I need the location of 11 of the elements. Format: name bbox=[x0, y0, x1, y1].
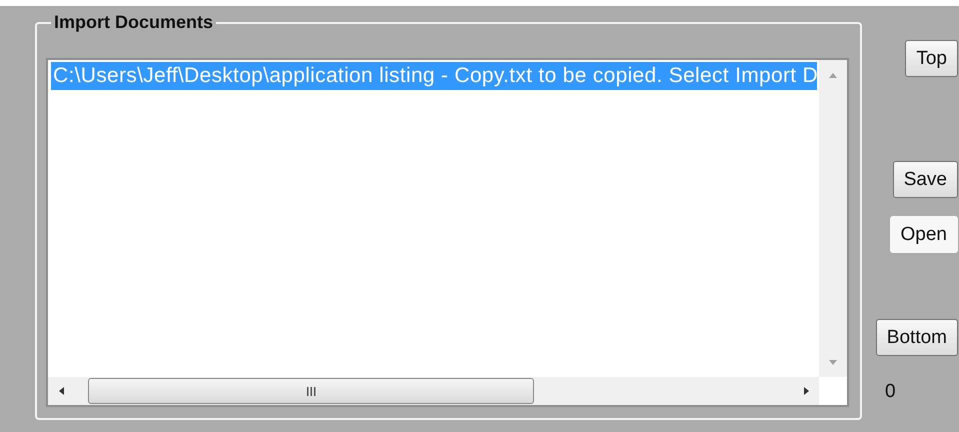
bottom-button[interactable]: Bottom bbox=[876, 319, 958, 356]
open-button[interactable]: Open bbox=[890, 216, 958, 253]
top-button[interactable]: Top bbox=[905, 40, 958, 77]
scroll-down-icon[interactable] bbox=[828, 357, 838, 367]
save-button[interactable]: Save bbox=[892, 161, 958, 198]
scrollbar-thumb[interactable] bbox=[88, 378, 534, 404]
scroll-right-icon[interactable] bbox=[801, 386, 811, 396]
count-label: 0 bbox=[885, 380, 896, 404]
vertical-scrollbar[interactable] bbox=[819, 60, 847, 377]
grip-icon bbox=[306, 386, 316, 396]
horizontal-scrollbar[interactable] bbox=[48, 377, 819, 405]
